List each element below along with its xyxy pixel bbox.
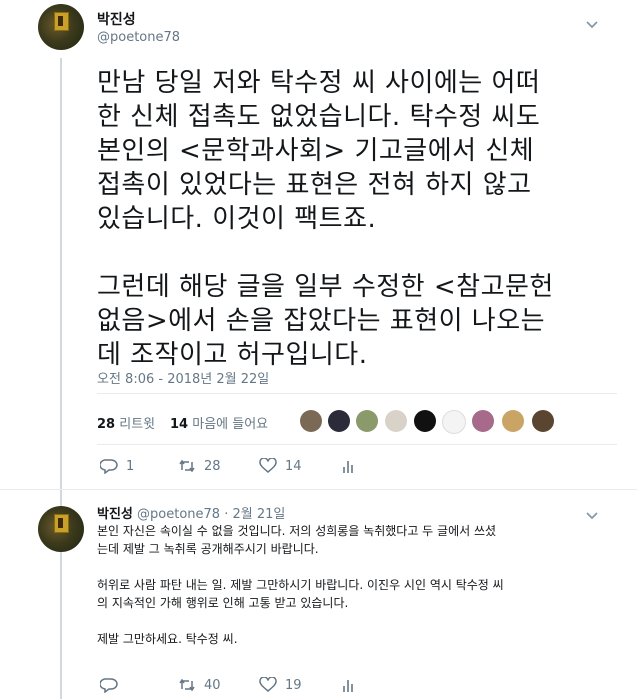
like-action-count: 19 [285,677,302,693]
like-count: 14 [170,417,189,432]
like-stat[interactable]: 14 마음에 들어요 [170,413,268,432]
chevron-down-icon[interactable] [586,18,598,33]
avatar[interactable] [38,4,84,50]
retweet-icon [179,459,195,473]
liker-avatar[interactable] [502,410,524,432]
reply-icon [100,459,118,474]
timestamp[interactable]: 오전 8:06 - 2018년 2월 22일 [97,368,269,387]
tweet-date[interactable]: · 2월 21일 [224,507,285,522]
like-icon [259,677,277,692]
author-handle[interactable]: @poetone78 [97,30,180,45]
liker-avatar[interactable] [414,410,436,432]
like-icon [259,458,277,473]
reply-button[interactable]: 1 [100,458,134,474]
like-action-count: 14 [285,458,302,474]
analytics-button[interactable] [341,458,359,474]
retweet-icon [179,678,195,692]
analytics-button[interactable] [341,677,359,693]
author-name[interactable]: 박진성 [97,507,133,522]
reply-icon [100,678,118,693]
retweet-action-count: 40 [204,677,221,693]
liker-avatar[interactable] [442,410,466,434]
reply-tweet-text: 본인 자신은 속이실 수 없을 것입니다. 저의 성희롱을 녹취했다고 두 글에… [97,524,504,646]
chevron-down-icon[interactable] [586,509,598,524]
tweet-text: 만남 당일 저와 탁수정 씨 사이에는 어떠 한 신체 접촉도 없었습니다. 탁… [97,68,554,370]
divider [0,489,637,490]
retweet-button[interactable]: 28 [178,458,221,474]
liker-avatar[interactable] [385,410,407,432]
liker-avatar[interactable] [300,410,322,432]
thread-line [60,58,62,699]
reply-count: 1 [126,458,135,474]
analytics-icon [343,461,353,473]
retweet-label: 리트윗 [119,417,156,432]
liker-avatar[interactable] [532,410,554,432]
retweet-action-count: 28 [204,458,221,474]
retweet-stat[interactable]: 28 리트윗 [97,413,155,432]
reply-button[interactable] [100,677,126,693]
retweet-count: 28 [97,417,116,432]
analytics-icon [343,680,353,692]
reply-header: 박진성 @poetone78 · 2월 21일 [97,503,285,522]
like-button[interactable]: 19 [259,677,302,693]
divider [97,393,617,394]
divider [97,444,617,445]
liker-avatar[interactable] [472,410,494,432]
retweet-button[interactable]: 40 [178,677,221,693]
author-handle[interactable]: @poetone78 [137,507,220,522]
like-label: 마음에 들어요 [192,417,269,432]
like-button[interactable]: 14 [259,458,302,474]
author-name[interactable]: 박진성 [97,9,136,29]
liker-avatar[interactable] [356,410,378,432]
liker-avatar[interactable] [328,410,350,432]
avatar[interactable] [38,506,84,552]
